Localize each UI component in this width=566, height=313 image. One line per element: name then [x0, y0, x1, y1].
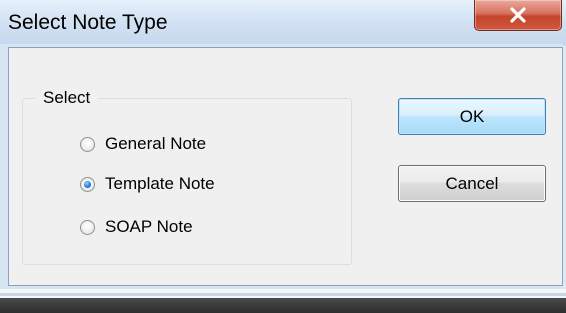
background-strip	[0, 289, 566, 313]
radio-general-note[interactable]: General Note	[80, 132, 206, 156]
ok-button[interactable]: OK	[398, 98, 546, 135]
cancel-button[interactable]: Cancel	[398, 165, 546, 202]
close-icon	[475, 0, 561, 30]
close-button[interactable]	[474, 0, 562, 31]
radio-label: Template Note	[105, 174, 215, 193]
group-label: Select	[35, 88, 99, 108]
radio-soap-note[interactable]: SOAP Note	[80, 215, 193, 239]
radio-template-note[interactable]: Template Note	[80, 172, 215, 196]
dialog-title: Select Note Type	[8, 11, 168, 34]
radio-label: SOAP Note	[105, 217, 193, 236]
radio-button[interactable]	[80, 219, 95, 235]
radio-button-selected[interactable]	[80, 176, 95, 192]
radio-label: General Note	[105, 134, 207, 153]
radio-button[interactable]	[80, 136, 95, 152]
title-bar[interactable]: Select Note Type	[0, 0, 566, 46]
